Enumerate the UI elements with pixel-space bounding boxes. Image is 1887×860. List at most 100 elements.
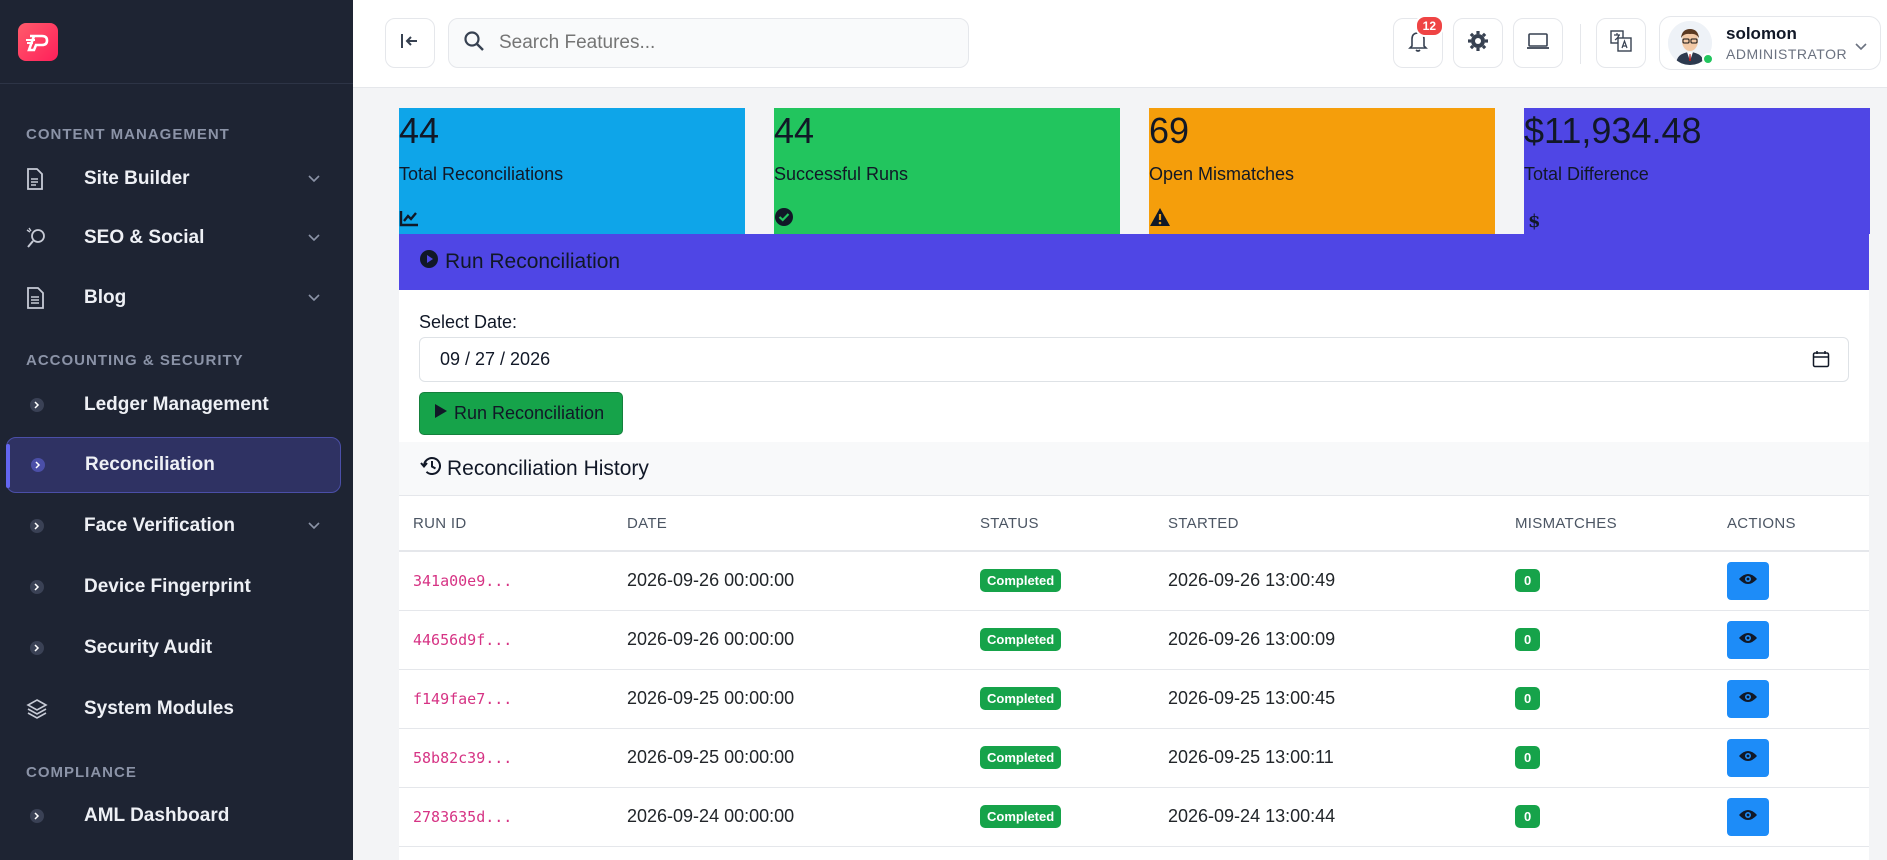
settings-button[interactable] <box>1453 18 1503 68</box>
view-button[interactable] <box>1727 620 1769 659</box>
chevron-down-icon <box>307 230 321 248</box>
history-title: Reconciliation History <box>447 456 649 480</box>
table-row: f149fae7... 2026-09-25 00:00:00 Complete… <box>399 669 1869 729</box>
check-circle-icon <box>774 207 794 232</box>
stat-value: 44 <box>774 110 815 151</box>
chevron-right-circle-icon <box>26 641 56 655</box>
run-date: 2026-09-26 00:00:00 <box>613 551 966 611</box>
sidebar-item-blog[interactable]: Blog <box>6 270 341 326</box>
run-button-label: Run Reconciliation <box>454 403 605 423</box>
sidebar: CONTENT MANAGEMENT Site Builder SEO & So… <box>0 0 353 860</box>
sidebar-item-label: Reconciliation <box>85 454 215 475</box>
gear-icon <box>1467 30 1489 57</box>
app-logo[interactable] <box>18 22 58 61</box>
search-icon <box>463 30 485 57</box>
sidebar-item-label: Blog <box>84 287 127 308</box>
user-name: solomon <box>1726 24 1797 43</box>
chevron-down-icon <box>1854 39 1868 57</box>
run-id: 44656d9f... <box>413 631 513 649</box>
run-date: 2026-09-25 00:00:00 <box>613 728 966 788</box>
chevron-down-icon <box>307 518 321 536</box>
sidebar-item-site-builder[interactable]: Site Builder <box>6 151 341 207</box>
stat-card-total-reconciliations: 44 Total Reconciliations <box>399 108 745 234</box>
view-button[interactable] <box>1727 797 1769 836</box>
sidebar-item-aml-dashboard[interactable]: AML Dashboard <box>6 788 341 844</box>
run-started: 2026-09-25 13:00:45 <box>1154 669 1501 729</box>
run-reconciliation-title: Run Reconciliation <box>445 250 621 273</box>
column-header-status: STATUS <box>966 496 1154 552</box>
status-badge: Completed <box>980 569 1062 593</box>
view-button[interactable] <box>1727 738 1769 777</box>
table-header-row: RUN ID DATE STATUS STARTED MISMATCHES AC… <box>399 496 1869 552</box>
run-id: 341a00e9... <box>413 572 513 591</box>
sidebar-item-label: Device Fingerprint <box>84 576 251 597</box>
history-header: Reconciliation History <box>399 442 1869 496</box>
sidebar-item-label: SEO & Social <box>84 227 205 248</box>
stat-card-total-difference: $11,934.48 Total Difference $ <box>1524 108 1870 234</box>
run-date: 2026-09-25 00:00:00 <box>613 669 966 729</box>
notification-count-badge: 12 <box>1414 15 1444 37</box>
status-badge: Completed <box>980 687 1062 710</box>
eye-icon <box>1738 688 1758 709</box>
column-header-mismatches: MISMATCHES <box>1501 496 1713 552</box>
sidebar-item-face-verification[interactable]: Face Verification <box>6 498 341 554</box>
run-date: 2026-09-24 00:00:00 <box>613 787 966 847</box>
seo-icon <box>26 227 56 249</box>
run-reconciliation-panel: Select Date: 09 / 27 / 2026 Run Reconcil… <box>399 290 1869 442</box>
collapse-left-icon <box>400 32 420 55</box>
stat-card-successful-runs: 44 Successful Runs <box>774 108 1120 234</box>
language-button[interactable] <box>1596 18 1646 68</box>
search-input[interactable] <box>499 32 939 54</box>
stat-label: Successful Runs <box>774 164 909 184</box>
stat-label: Open Mismatches <box>1149 164 1295 184</box>
sidebar-item-reconciliation[interactable]: Reconciliation <box>6 437 341 493</box>
stat-label: Total Reconciliations <box>399 164 564 184</box>
sidebar-header <box>0 0 353 84</box>
date-input[interactable]: 09 / 27 / 2026 <box>419 337 1849 382</box>
chevron-down-icon <box>307 290 321 308</box>
sidebar-item-system-modules[interactable]: System Modules <box>6 681 341 737</box>
collapse-sidebar-button[interactable] <box>385 18 435 68</box>
column-header-date: DATE <box>613 496 966 552</box>
sidebar-item-ledger-management[interactable]: Ledger Management <box>6 377 341 433</box>
sidebar-item-seo-social[interactable]: SEO & Social <box>6 210 341 266</box>
history-icon <box>419 456 441 482</box>
column-header-run-id: RUN ID <box>399 496 613 552</box>
user-menu[interactable]: solomon ADMINISTRATOR <box>1659 16 1881 70</box>
topbar: 12 solomon ADMINISTRATOR <box>353 0 1887 88</box>
history-table: RUN ID DATE STATUS STARTED MISMATCHES AC… <box>399 496 1869 847</box>
sidebar-item-label: Ledger Management <box>84 394 269 415</box>
view-button[interactable] <box>1727 679 1769 718</box>
play-icon <box>434 403 448 424</box>
run-started: 2026-09-26 13:00:49 <box>1154 551 1501 611</box>
run-id: f149fae7... <box>413 690 513 708</box>
translate-icon <box>1610 29 1632 57</box>
run-reconciliation-button[interactable]: Run Reconciliation <box>419 392 623 435</box>
view-button[interactable] <box>1727 561 1769 600</box>
eye-icon <box>1738 629 1758 650</box>
run-started: 2026-09-24 13:00:44 <box>1154 787 1501 847</box>
table-row: 2783635d... 2026-09-24 00:00:00 Complete… <box>399 787 1869 847</box>
table-row: 44656d9f... 2026-09-26 00:00:00 Complete… <box>399 610 1869 670</box>
topbar-divider <box>1580 24 1581 64</box>
reconciliation-history-panel: Reconciliation History RUN ID DATE STATU… <box>399 442 1869 860</box>
status-badge: Completed <box>980 628 1062 651</box>
stat-label: Total Difference <box>1524 164 1649 184</box>
play-circle-icon <box>419 249 439 275</box>
run-started: 2026-09-26 13:00:09 <box>1154 610 1501 670</box>
status-badge: Completed <box>980 805 1062 828</box>
sidebar-item-label: AML Dashboard <box>84 805 230 826</box>
run-id: 58b82c39... <box>413 749 513 767</box>
status-badge: Completed <box>980 746 1062 769</box>
section-title-content-management: CONTENT MANAGEMENT <box>26 126 230 143</box>
chevron-right-circle-icon <box>26 398 56 412</box>
search-box <box>448 18 969 68</box>
calendar-icon[interactable] <box>1812 350 1830 373</box>
document-icon <box>26 168 56 190</box>
chevron-down-icon <box>307 171 321 189</box>
notifications-button[interactable]: 12 <box>1393 15 1444 68</box>
sidebar-item-security-audit[interactable]: Security Audit <box>6 620 341 676</box>
display-mode-button[interactable] <box>1513 18 1563 68</box>
dollar-icon: $ <box>1528 211 1541 232</box>
sidebar-item-device-fingerprint[interactable]: Device Fingerprint <box>6 559 341 615</box>
